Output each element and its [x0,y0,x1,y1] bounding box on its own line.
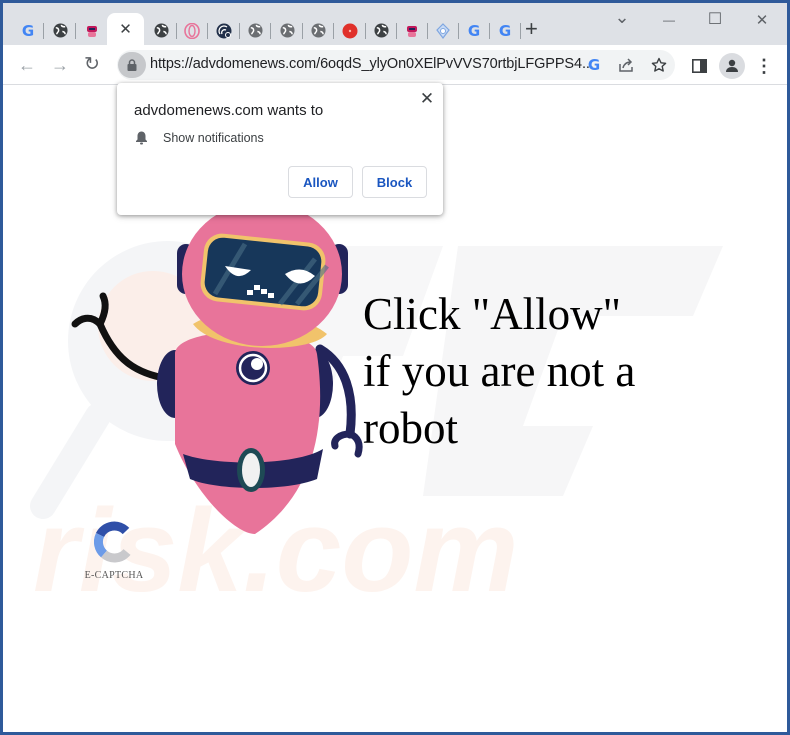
globe-icon [279,23,295,39]
permission-row: Show notifications [135,130,264,145]
headline-line: Click "Allow" [363,289,621,339]
tab[interactable] [239,16,271,45]
url-text[interactable]: https://advdomenews.com/6oqdS_ylyOn0XElP… [150,56,594,72]
toolbar: ← → ↻ https://advdomenews.com/6oqdS_ylyO… [3,45,787,85]
tab[interactable] [44,16,76,45]
tab[interactable] [334,16,366,45]
menu-button[interactable]: ⋮ [752,54,776,78]
robot-favicon-icon [404,23,420,39]
tab[interactable]: G [12,16,44,45]
robot-favicon-icon [84,23,100,39]
bell-shield-icon [435,22,451,39]
opera-icon [184,22,200,39]
profile-avatar[interactable] [719,53,745,79]
tab-active[interactable]: ✕ [107,13,144,45]
maximize-button[interactable]: ☐ [700,9,730,29]
google-icon: G [498,21,512,40]
allow-button[interactable]: Allow [288,166,353,198]
tab[interactable]: G [458,16,490,45]
tab-strip: G ✕ G G + ⌄ — ☐ ✕ [3,3,787,45]
google-icon: G [21,21,35,40]
globe-icon [310,23,326,39]
tab[interactable] [365,16,397,45]
block-button[interactable]: Block [362,166,427,198]
globe-icon [373,23,389,39]
headline-line: if you are not a [363,346,636,396]
globe-icon [247,23,263,39]
google-icon: G [467,21,481,40]
captcha-c-icon [93,521,131,563]
e-captcha-logo: E-CAPTCHA [79,521,149,581]
tab-search-button[interactable]: ⌄ [607,7,637,28]
side-panel-icon[interactable] [687,54,711,78]
notification-permission-popup: advdomenews.com wants to ✕ Show notifica… [117,83,443,215]
tab[interactable] [145,16,177,45]
share-icon[interactable] [616,55,636,75]
google-lens-icon[interactable]: G [584,55,604,75]
red-circle-icon [342,23,358,39]
tab[interactable] [427,16,459,45]
robot-illustration [71,204,363,534]
lock-icon [127,59,137,71]
popup-title: advdomenews.com wants to [134,102,324,119]
captcha-label: E-CAPTCHA [84,570,144,581]
headline-line: robot [363,403,458,453]
new-tab-button[interactable]: + [525,18,538,40]
globe-icon [52,23,68,39]
reload-button[interactable]: ↻ [80,54,104,76]
window-close-button[interactable]: ✕ [747,11,777,29]
site-info-button[interactable] [118,52,146,78]
tab[interactable] [396,16,428,45]
bookmark-star-icon[interactable] [649,55,669,75]
globe-icon [153,23,169,39]
permission-label: Show notifications [163,130,264,145]
bell-icon [136,131,147,145]
address-bar[interactable]: https://advdomenews.com/6oqdS_ylyOn0XElP… [117,50,675,80]
close-icon[interactable]: ✕ [118,21,134,38]
wifi-badge-icon [216,23,232,39]
minimize-button[interactable]: — [654,13,684,27]
person-icon [726,59,738,72]
headline: Click "Allow" if you are not a robot [363,286,693,457]
forward-button[interactable]: → [48,54,72,76]
popup-close-button[interactable]: ✕ [417,89,437,109]
tab[interactable] [76,16,108,45]
tab[interactable]: G [489,16,521,45]
tab[interactable] [271,16,303,45]
tab[interactable] [302,16,334,45]
tab[interactable] [208,16,240,45]
back-button[interactable]: ← [15,54,39,76]
tab[interactable] [176,16,208,45]
browser-window: G ✕ G G + ⌄ — ☐ ✕ ← → ↻ https://advdomen… [3,3,787,732]
